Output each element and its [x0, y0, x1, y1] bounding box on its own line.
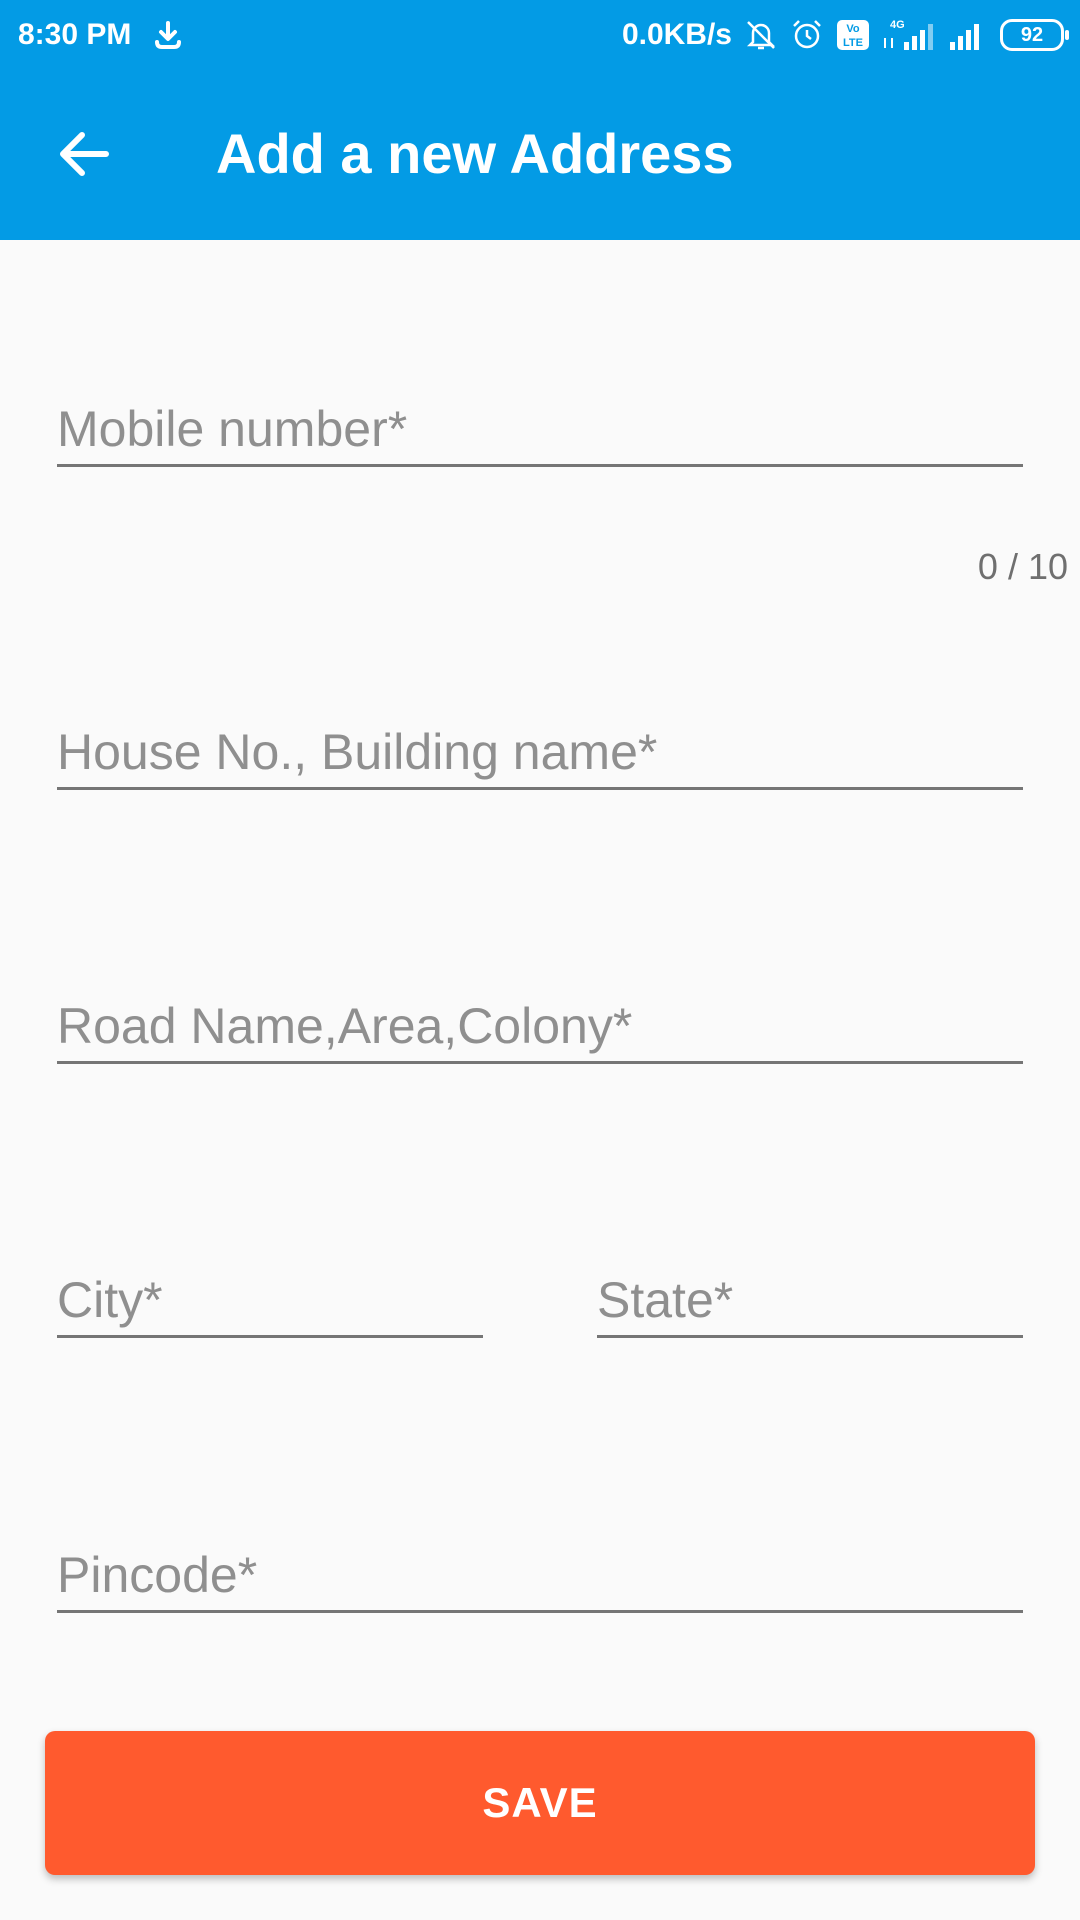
status-bar-right: 0.0KB/s Vo LTE 4G 92	[621, 18, 1069, 52]
alarm-icon	[790, 18, 824, 52]
pincode-field[interactable]	[57, 1540, 1023, 1620]
road-area-field[interactable]	[57, 991, 1023, 1071]
status-bar: 8:30 PM 0.0KB/s Vo LTE 4G 92	[0, 0, 1080, 72]
app-bar: 8:30 PM 0.0KB/s Vo LTE 4G 92 Add a new A…	[0, 0, 1080, 240]
signal-icon	[948, 18, 988, 52]
mobile-number-input[interactable]	[57, 394, 1023, 467]
back-button[interactable]	[52, 122, 116, 186]
svg-text:4G: 4G	[890, 19, 905, 31]
city-input[interactable]	[57, 1265, 483, 1338]
status-time: 8:30 PM	[18, 18, 132, 51]
save-button[interactable]: SAVE	[45, 1731, 1035, 1875]
state-field[interactable]	[597, 1265, 1023, 1345]
battery-icon: 92	[1000, 19, 1069, 51]
mobile-number-field[interactable]	[57, 394, 1023, 474]
svg-text:Vo: Vo	[846, 23, 860, 35]
arrow-back-icon	[60, 132, 109, 176]
pincode-input[interactable]	[57, 1540, 1023, 1613]
bell-off-icon	[744, 18, 778, 52]
page-title: Add a new Address	[216, 122, 734, 185]
status-bar-left: 8:30 PM	[18, 18, 183, 52]
mobile-number-counter: 0 / 10	[977, 546, 1068, 587]
state-input[interactable]	[597, 1265, 1023, 1338]
volte-icon: Vo LTE	[836, 19, 870, 51]
net-speed: 0.0KB/s	[621, 18, 732, 51]
house-building-field[interactable]	[57, 717, 1023, 797]
svg-text:LTE: LTE	[843, 37, 863, 49]
road-area-input[interactable]	[57, 991, 1023, 1064]
city-field[interactable]	[57, 1265, 483, 1345]
download-icon	[153, 20, 183, 50]
house-building-input[interactable]	[57, 717, 1023, 790]
save-button-label: SAVE	[482, 1779, 598, 1826]
signal-4g-icon: 4G	[882, 18, 936, 52]
